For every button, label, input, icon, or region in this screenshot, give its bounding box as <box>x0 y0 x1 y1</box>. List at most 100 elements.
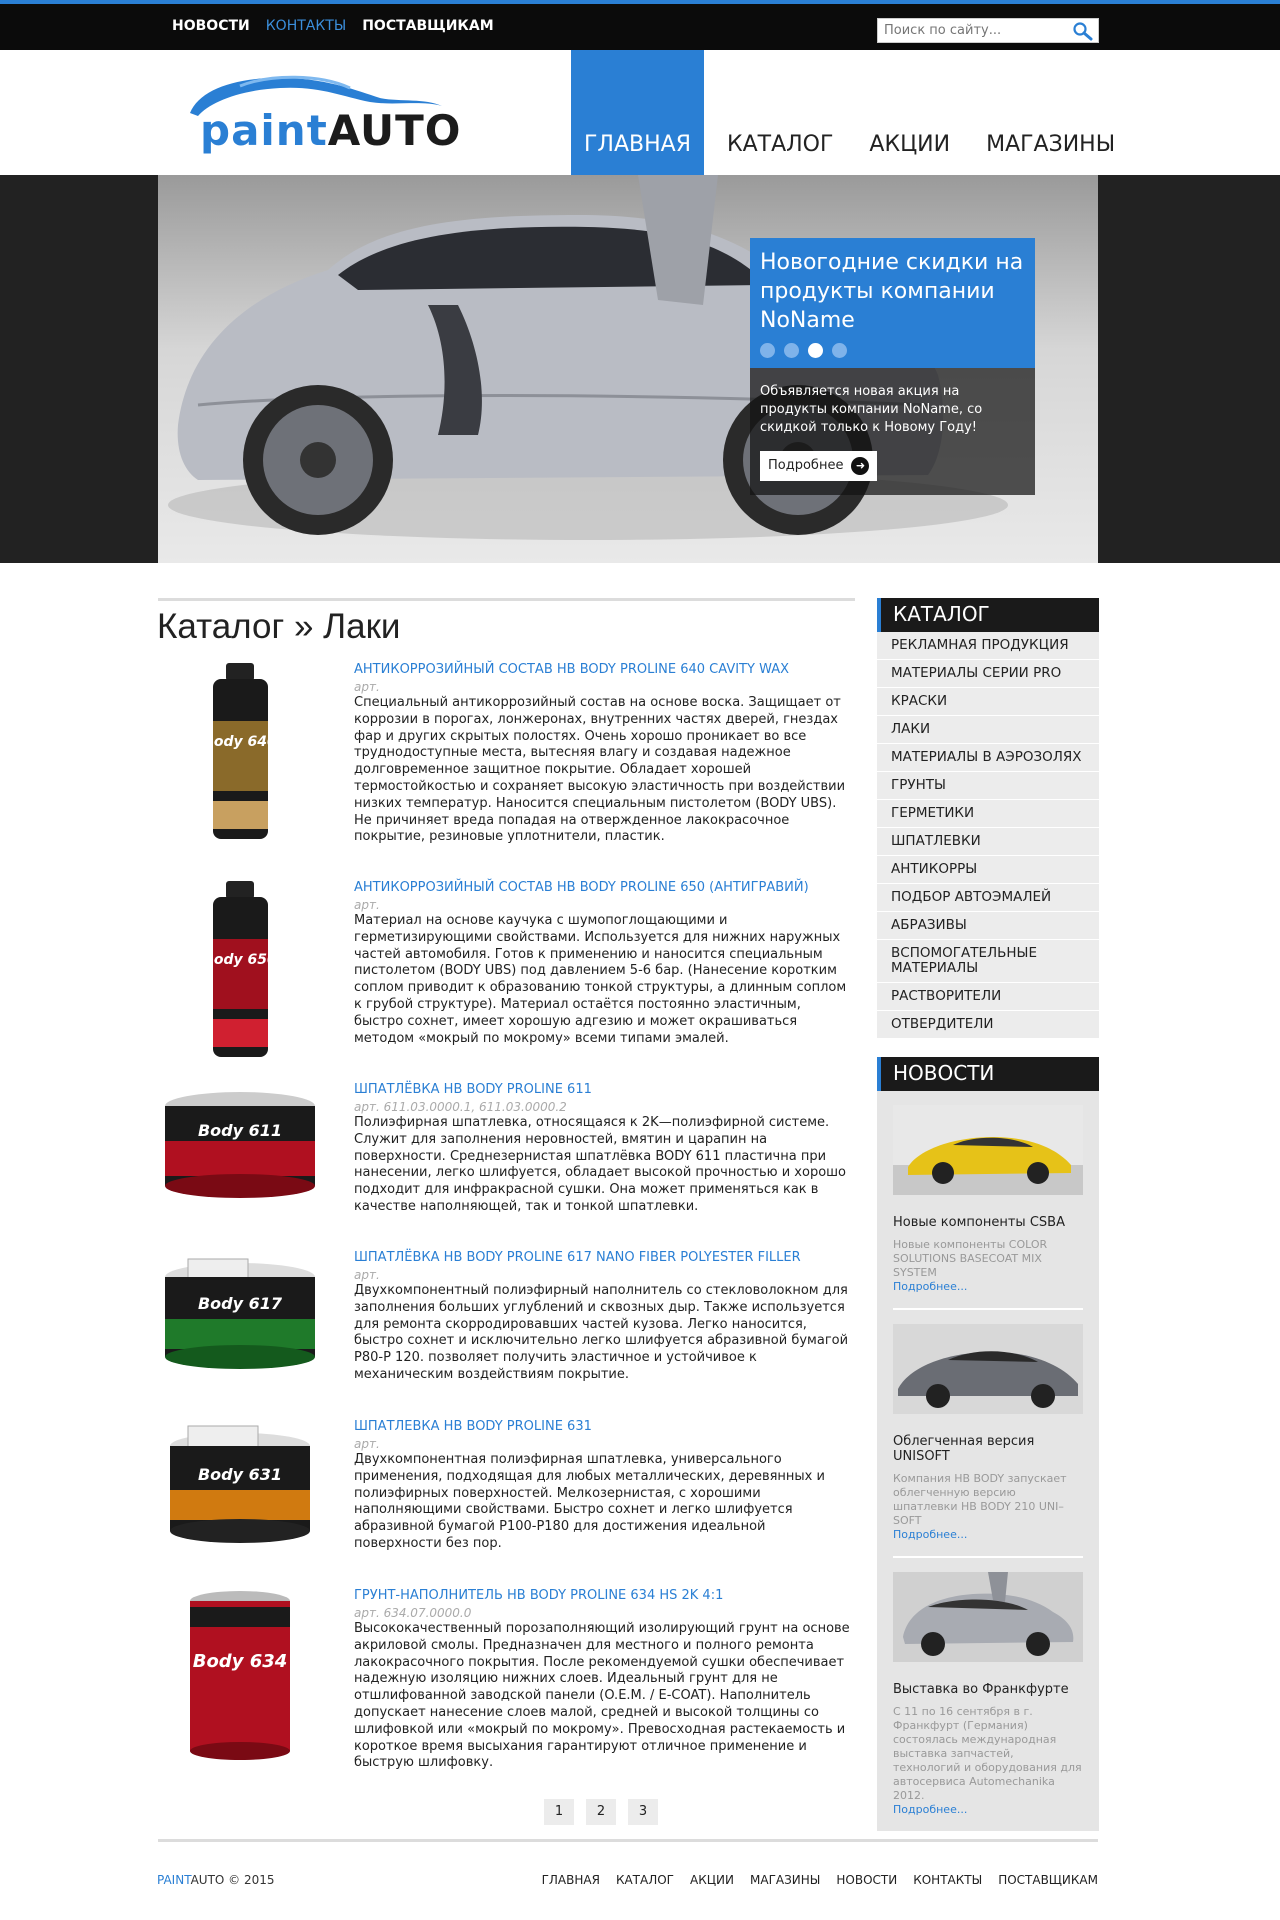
topnav-news[interactable]: НОВОСТИ <box>172 18 250 34</box>
footer-divider <box>158 1839 1098 1842</box>
slider-dot[interactable] <box>784 343 799 358</box>
footer-link-news[interactable]: НОВОСТИ <box>836 1873 897 1887</box>
promo-more-button[interactable]: Подробнее ➜ <box>760 451 878 481</box>
sidebar-item-putties[interactable]: ШПАТЛЕВКИ <box>877 828 1099 856</box>
news-image-concept-car[interactable] <box>893 1572 1083 1662</box>
news-list: Новые компоненты CSBA Новые компоненты C… <box>877 1091 1099 1831</box>
product-article: арт. <box>354 680 380 694</box>
page-title: Каталог » Лаки <box>157 607 401 646</box>
footer-link-home[interactable]: ГЛАВНАЯ <box>542 1873 600 1887</box>
mainnav-sales[interactable]: АКЦИИ <box>856 50 963 175</box>
page-2-button[interactable]: 2 <box>586 1799 616 1825</box>
promo-text: Объявляется новая акция на продукты комп… <box>760 384 983 435</box>
sidebar-item-ads[interactable]: РЕКЛАМНАЯ ПРОДУКЦИЯ <box>877 632 1099 660</box>
product-image-tin[interactable]: Body 617 <box>158 1249 323 1429</box>
sidebar-item-auxiliary[interactable]: ВСПОМОГАТЕЛЬНЫЕ МАТЕРИАЛЫ <box>877 940 1099 983</box>
product-title-link[interactable]: АНТИКОРРОЗИЙНЫЙ СОСТАВ HB BODY PROLINE 6… <box>354 661 854 679</box>
sidebar-item-color-match[interactable]: ПОДБОР АВТОЭМАЛЕЙ <box>877 884 1099 912</box>
pagination: 1 2 3 <box>544 1799 658 1825</box>
news-title[interactable]: Новые компоненты CSBA <box>893 1215 1083 1230</box>
product-text: АНТИКОРРОЗИЙНЫЙ СОСТАВ HB BODY PROLINE 6… <box>354 879 854 1047</box>
product-description: Материал на основе каучука с шумопоглоща… <box>354 913 847 1046</box>
page-3-button[interactable]: 3 <box>628 1799 658 1825</box>
sidebar-item-anticorrosion[interactable]: АНТИКОРРЫ <box>877 856 1099 884</box>
search-icon[interactable] <box>1072 21 1094 41</box>
product-title-link[interactable]: ШПАТЛЕВКА HB BODY PROLINE 631 <box>354 1418 854 1436</box>
promo-header: Новогодние скидки на продукты компании N… <box>750 238 1035 368</box>
product-image-label: Body 634 <box>193 1651 288 1672</box>
footer-link-suppliers[interactable]: ПОСТАВЩИКАМ <box>998 1873 1098 1887</box>
news-image-yellow-car[interactable] <box>893 1105 1083 1195</box>
content-divider <box>158 598 855 601</box>
mainnav-stores[interactable]: МАГАЗИНЫ <box>973 50 1128 175</box>
sidebar-news: НОВОСТИ Новые компоненты CSBA Новые комп… <box>877 1057 1099 1831</box>
sidebar-item-abrasives[interactable]: АБРАЗИВЫ <box>877 912 1099 940</box>
search-input[interactable] <box>878 19 1068 42</box>
sidebar-item-aerosols[interactable]: МАТЕРИАЛЫ В АЭРОЗОЛЯХ <box>877 744 1099 772</box>
sidebar-item-sealants[interactable]: ГЕРМЕТИКИ <box>877 800 1099 828</box>
product-title-link[interactable]: ШПАТЛЁВКА HB BODY PROLINE 611 <box>354 1081 854 1099</box>
topnav-contacts[interactable]: КОНТАКТЫ <box>266 18 346 34</box>
footer-link-stores[interactable]: МАГАЗИНЫ <box>750 1873 820 1887</box>
product-description: Высококачественный порозаполняющий изоли… <box>354 1621 850 1771</box>
news-title[interactable]: Облегченная версия UNISOFT <box>893 1434 1083 1464</box>
sidebar-item-varnishes[interactable]: ЛАКИ <box>877 716 1099 744</box>
news-item: Новые компоненты CSBA Новые компоненты C… <box>893 1091 1083 1310</box>
sidebar-item-hardeners[interactable]: ОТВЕРДИТЕЛИ <box>877 1011 1099 1039</box>
sidebar-catalog: КАТАЛОГ РЕКЛАМНАЯ ПРОДУКЦИЯ МАТЕРИАЛЫ СЕ… <box>877 598 1099 1039</box>
slider-dot[interactable] <box>832 343 847 358</box>
page-1-button[interactable]: 1 <box>544 1799 574 1825</box>
slider-dot[interactable] <box>760 343 775 358</box>
mainnav-catalog[interactable]: КАТАЛОГ <box>714 50 846 175</box>
sidebar-item-pro[interactable]: МАТЕРИАЛЫ СЕРИИ PRO <box>877 660 1099 688</box>
news-title[interactable]: Выставка во Франкфурте <box>893 1682 1083 1697</box>
footer-link-sales[interactable]: АКЦИИ <box>690 1873 734 1887</box>
sidebar-item-primers[interactable]: ГРУНТЫ <box>877 772 1099 800</box>
product-image-tin[interactable]: Body 631 <box>158 1418 323 1598</box>
product-image-label: Body 631 <box>198 1465 282 1484</box>
product-article: арт. 634.07.0000.0 <box>354 1606 472 1620</box>
product-image-label: Body 617 <box>198 1294 283 1313</box>
product-text: ШПАТЛЁВКА HB BODY PROLINE 611 арт. 611.0… <box>354 1081 854 1216</box>
main-nav: ГЛАВНАЯ КАТАЛОГ АКЦИИ МАГАЗИНЫ <box>571 50 1138 175</box>
news-image-silver-car[interactable] <box>893 1324 1083 1414</box>
product-text: ГРУНТ-НАПОЛНИТЕЛЬ HB BODY PROLINE 634 HS… <box>354 1587 854 1772</box>
product-text: АНТИКОРРОЗИЙНЫЙ СОСТАВ HB BODY PROLINE 6… <box>354 661 854 846</box>
logo[interactable]: paintAUTO <box>180 68 460 155</box>
product-image-can[interactable]: Body 650 <box>158 879 323 1059</box>
top-nav: НОВОСТИ КОНТАКТЫ ПОСТАВЩИКАМ <box>172 18 494 34</box>
product-image-label: Body 640 <box>203 734 277 750</box>
mainnav-home[interactable]: ГЛАВНАЯ <box>571 50 704 175</box>
product-image-label: Body 650 <box>203 952 277 968</box>
news-more-link[interactable]: Подробнее... <box>893 1280 1083 1294</box>
product-title-link[interactable]: ШПАТЛЁВКА HB BODY PROLINE 617 NANO FIBER… <box>354 1249 854 1267</box>
product-article: арт. <box>354 898 380 912</box>
sidebar-item-paints[interactable]: КРАСКИ <box>877 688 1099 716</box>
hero-slider: Новогодние скидки на продукты компании N… <box>158 175 1098 563</box>
product-description: Полиэфирная шпатлевка, относящаяся к 2K—… <box>354 1115 847 1214</box>
product-image-label: Body 611 <box>198 1121 282 1140</box>
product-image-tin[interactable]: Body 611 <box>158 1081 323 1261</box>
news-item: Облегченная версия UNISOFT Компания HB B… <box>893 1310 1083 1558</box>
product-title-link[interactable]: АНТИКОРРОЗИЙНЫЙ СОСТАВ HB BODY PROLINE 6… <box>354 879 854 897</box>
product-description: Двухкомпонентная полиэфирная шпатлевка, … <box>354 1452 825 1551</box>
footer-link-contacts[interactable]: КОНТАКТЫ <box>913 1873 982 1887</box>
product-article: арт. <box>354 1268 380 1282</box>
news-more-link[interactable]: Подробнее... <box>893 1803 1083 1817</box>
footer-link-catalog[interactable]: КАТАЛОГ <box>616 1873 674 1887</box>
product-article: арт. <box>354 1437 380 1451</box>
top-bar: НОВОСТИ КОНТАКТЫ ПОСТАВЩИКАМ <box>0 0 1280 50</box>
promo-title: Новогодние скидки на продукты компании N… <box>760 250 1024 333</box>
slider-dot-active[interactable] <box>808 343 823 358</box>
sidebar-item-solvents[interactable]: РАСТВОРИТЕЛИ <box>877 983 1099 1011</box>
product-description: Специальный антикоррозийный состав на ос… <box>354 695 846 845</box>
slider-dots <box>760 343 1025 358</box>
product-image-tin[interactable]: Body 634 <box>158 1587 323 1767</box>
footer-nav: ГЛАВНАЯ КАТАЛОГ АКЦИИ МАГАЗИНЫ НОВОСТИ К… <box>542 1873 1098 1887</box>
product-image-can[interactable]: Body 640 <box>158 661 323 841</box>
search-box <box>877 18 1099 43</box>
product-title-link[interactable]: ГРУНТ-НАПОЛНИТЕЛЬ HB BODY PROLINE 634 HS… <box>354 1587 854 1605</box>
copyright: PAINTAUTO © 2015 <box>157 1873 275 1887</box>
news-more-link[interactable]: Подробнее... <box>893 1528 1083 1542</box>
topnav-suppliers[interactable]: ПОСТАВЩИКАМ <box>362 18 493 34</box>
